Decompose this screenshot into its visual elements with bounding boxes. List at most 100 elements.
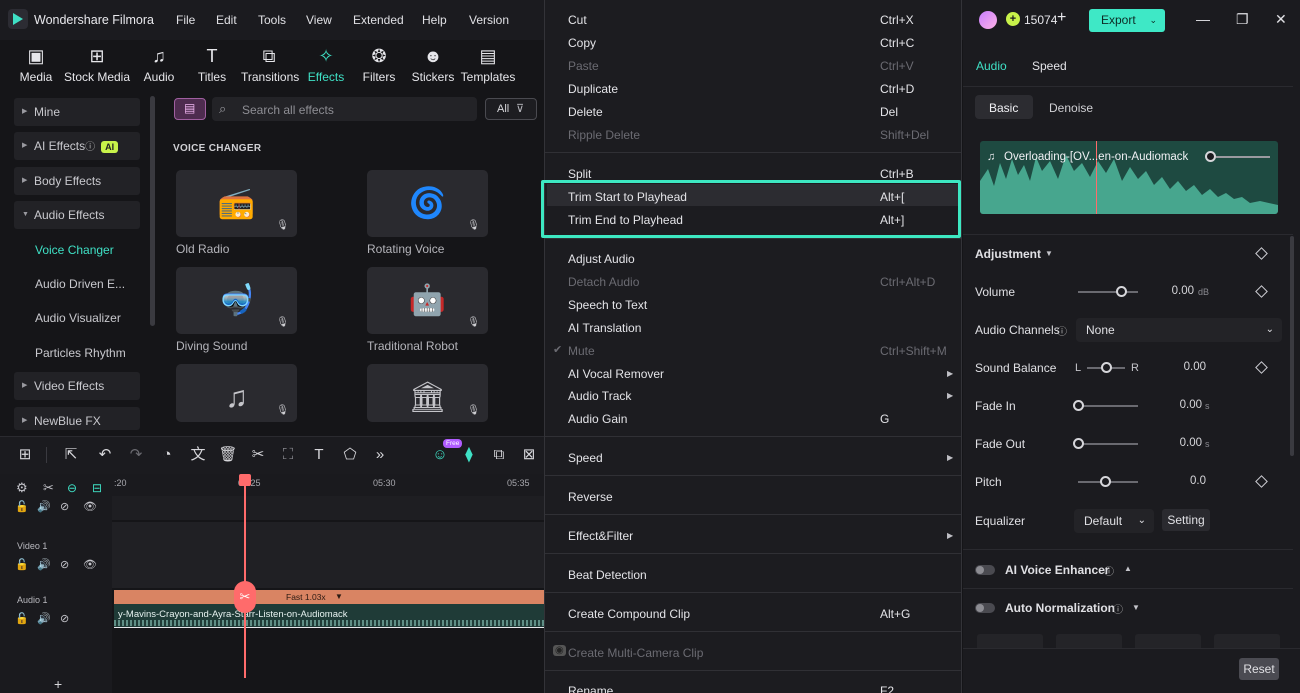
lock-icon[interactable]: 🔓 [15, 500, 29, 513]
tool-stickers[interactable]: ☻ Stickers [405, 44, 461, 86]
auto-normalization-toggle[interactable] [975, 603, 995, 613]
tool-effects[interactable]: ✧ Effects [298, 44, 354, 86]
menu-extended[interactable]: Extended [353, 13, 404, 27]
tree-item-audio-effects[interactable]: ▼ Audio Effects [14, 201, 140, 229]
tab-audio[interactable]: Audio [976, 59, 1007, 73]
settings-icon[interactable]: ⚙ [16, 480, 28, 496]
fade-in-slider[interactable] [1078, 405, 1138, 407]
minimize-icon[interactable]: — [1196, 11, 1210, 27]
caret-up-icon[interactable]: ▲ [1124, 564, 1132, 573]
tool-templates[interactable]: ▤ Templates [460, 44, 516, 86]
panel-scrollbar[interactable] [1290, 236, 1294, 456]
menu-help[interactable]: Help [422, 13, 447, 27]
undo-icon[interactable]: ↶ [94, 444, 116, 466]
menu-item-mute[interactable]: Mute [568, 344, 595, 358]
chevron-down-icon[interactable]: ⌄ [1149, 9, 1157, 32]
mute-icon[interactable]: ⊘ [60, 500, 69, 513]
close-icon[interactable]: ✕ [1275, 11, 1287, 28]
tree-item-audio-visualizer[interactable]: Audio Visualizer [35, 311, 121, 325]
filter-all-button[interactable]: All ⊽ [485, 98, 537, 120]
help-icon[interactable]: ⓘ [1104, 563, 1114, 578]
speed-dropdown-icon[interactable]: ▼ [335, 592, 343, 601]
reset-button[interactable]: Reset [1239, 658, 1279, 680]
crop-icon[interactable]: ⛶ [277, 444, 299, 466]
eye-icon[interactable]: 👁 [83, 558, 97, 571]
menu-tools[interactable]: Tools [258, 13, 286, 27]
scissors-icon[interactable]: ✂ [247, 444, 269, 466]
video-track-row[interactable] [112, 522, 545, 588]
playhead[interactable] [244, 474, 246, 678]
add-track-icon[interactable]: + [54, 676, 62, 692]
delete-icon[interactable]: 🗑 [217, 444, 239, 466]
menu-item-ripple-delete[interactable]: Ripple Delete [568, 128, 640, 142]
redo-icon[interactable]: ↷ [125, 444, 147, 466]
unlink-icon[interactable]: ✂ [43, 480, 54, 496]
volume-knob[interactable] [1115, 286, 1127, 297]
tree-item-video-effects[interactable]: ▶ Video Effects [14, 372, 140, 400]
menu-version[interactable]: Version [469, 13, 509, 27]
tree-item-audio-driven[interactable]: Audio Driven E... [35, 277, 125, 291]
tool-stock-media[interactable]: ⊞ Stock Media [63, 44, 131, 86]
subtab-basic[interactable]: Basic [989, 101, 1018, 115]
effect-card-hall[interactable]: 🏛 🎙 [367, 364, 488, 422]
preset-button[interactable] [1214, 634, 1280, 648]
export-button[interactable]: Export ⌄ [1089, 9, 1165, 32]
subtab-denoise[interactable]: Denoise [1049, 101, 1093, 115]
tool-transitions[interactable]: ⧉ Transitions [241, 44, 299, 86]
playhead-handle[interactable] [239, 474, 251, 486]
audio-channels-select[interactable]: None ⌄ [1076, 318, 1282, 342]
fade-out-slider[interactable] [1078, 443, 1138, 445]
menu-item-detach-audio[interactable]: Detach Audio [568, 275, 639, 289]
mute-icon[interactable]: ⊘ [60, 558, 69, 571]
menu-item-ai-translation[interactable]: AI Translation [568, 321, 641, 335]
menu-item-copy[interactable]: Copy [568, 36, 596, 50]
tree-item-body-effects[interactable]: ▶ Body Effects [14, 167, 140, 195]
more-icon[interactable]: » [369, 444, 391, 466]
mute-icon[interactable]: ⊘ [60, 612, 69, 625]
audio-clip-speed-bar[interactable] [114, 590, 545, 604]
help-icon[interactable]: ⓘ [1113, 601, 1123, 616]
menu-item-duplicate[interactable]: Duplicate [568, 82, 618, 96]
select-icon[interactable]: ⇱ [60, 444, 82, 466]
ai-translate-icon[interactable]: 文 [187, 444, 209, 466]
tab-speed[interactable]: Speed [1032, 59, 1067, 73]
layout-icon[interactable]: ⊞ [14, 444, 36, 466]
tool-audio[interactable]: ♫ Audio [131, 44, 187, 86]
menu-item-effect-filter[interactable]: Effect&Filter [568, 529, 633, 543]
effect-card-old-radio[interactable]: 📻 🎙 [176, 170, 297, 237]
effect-card-diving-sound[interactable]: 🤿 🎙 [176, 267, 297, 334]
menu-item-reverse[interactable]: Reverse [568, 490, 613, 504]
help-icon[interactable]: ⓘ [1057, 323, 1067, 338]
preview-volume-slider[interactable] [1216, 156, 1270, 158]
eye-icon[interactable]: 👁 [83, 500, 97, 513]
lock-icon[interactable]: 🔓 [15, 558, 29, 571]
tree-item-ai-effects[interactable]: ▶ AI Effectsⓘ AI [14, 132, 140, 160]
tool-titles[interactable]: T Titles [184, 44, 240, 86]
preview-volume-knob[interactable] [1205, 151, 1216, 162]
tree-scrollbar[interactable] [150, 96, 155, 326]
text-icon[interactable]: T [308, 444, 330, 466]
menu-item-audio-track[interactable]: Audio Track [568, 389, 631, 403]
track-snap-icon[interactable]: ⊟ [92, 481, 102, 495]
replace-icon[interactable]: ⧉ [488, 444, 510, 466]
tool-media[interactable]: ▣ Media [8, 44, 64, 86]
balance-knob[interactable] [1100, 362, 1112, 373]
menu-item-split[interactable]: Split [568, 167, 591, 181]
menu-edit[interactable]: Edit [216, 13, 237, 27]
menu-item-speed[interactable]: Speed [568, 451, 603, 465]
menu-item-audio-gain[interactable]: Audio Gain [568, 412, 627, 426]
effect-card-rotating-voice[interactable]: 🌀 🎙 [367, 170, 488, 237]
tree-item-newblue[interactable]: ▶ NewBlue FX [14, 407, 140, 430]
menu-item-create-compound-clip[interactable]: Create Compound Clip [568, 607, 690, 621]
equalizer-select[interactable]: Default ⌄ [1074, 509, 1154, 533]
volume-slider[interactable] [1078, 291, 1138, 293]
menu-item-rename[interactable]: Rename [568, 684, 613, 693]
tree-item-voice-changer[interactable]: Voice Changer [35, 243, 114, 257]
menu-item-speech-to-text[interactable]: Speech to Text [568, 298, 647, 312]
equalizer-setting-button[interactable]: Setting [1162, 509, 1210, 531]
speed-ramp-icon[interactable]: ◔ [156, 444, 178, 466]
avatar[interactable] [979, 11, 997, 29]
tree-item-mine[interactable]: ▶ Mine [14, 98, 140, 126]
preset-button[interactable] [977, 634, 1043, 648]
menu-item-delete[interactable]: Delete [568, 105, 603, 119]
